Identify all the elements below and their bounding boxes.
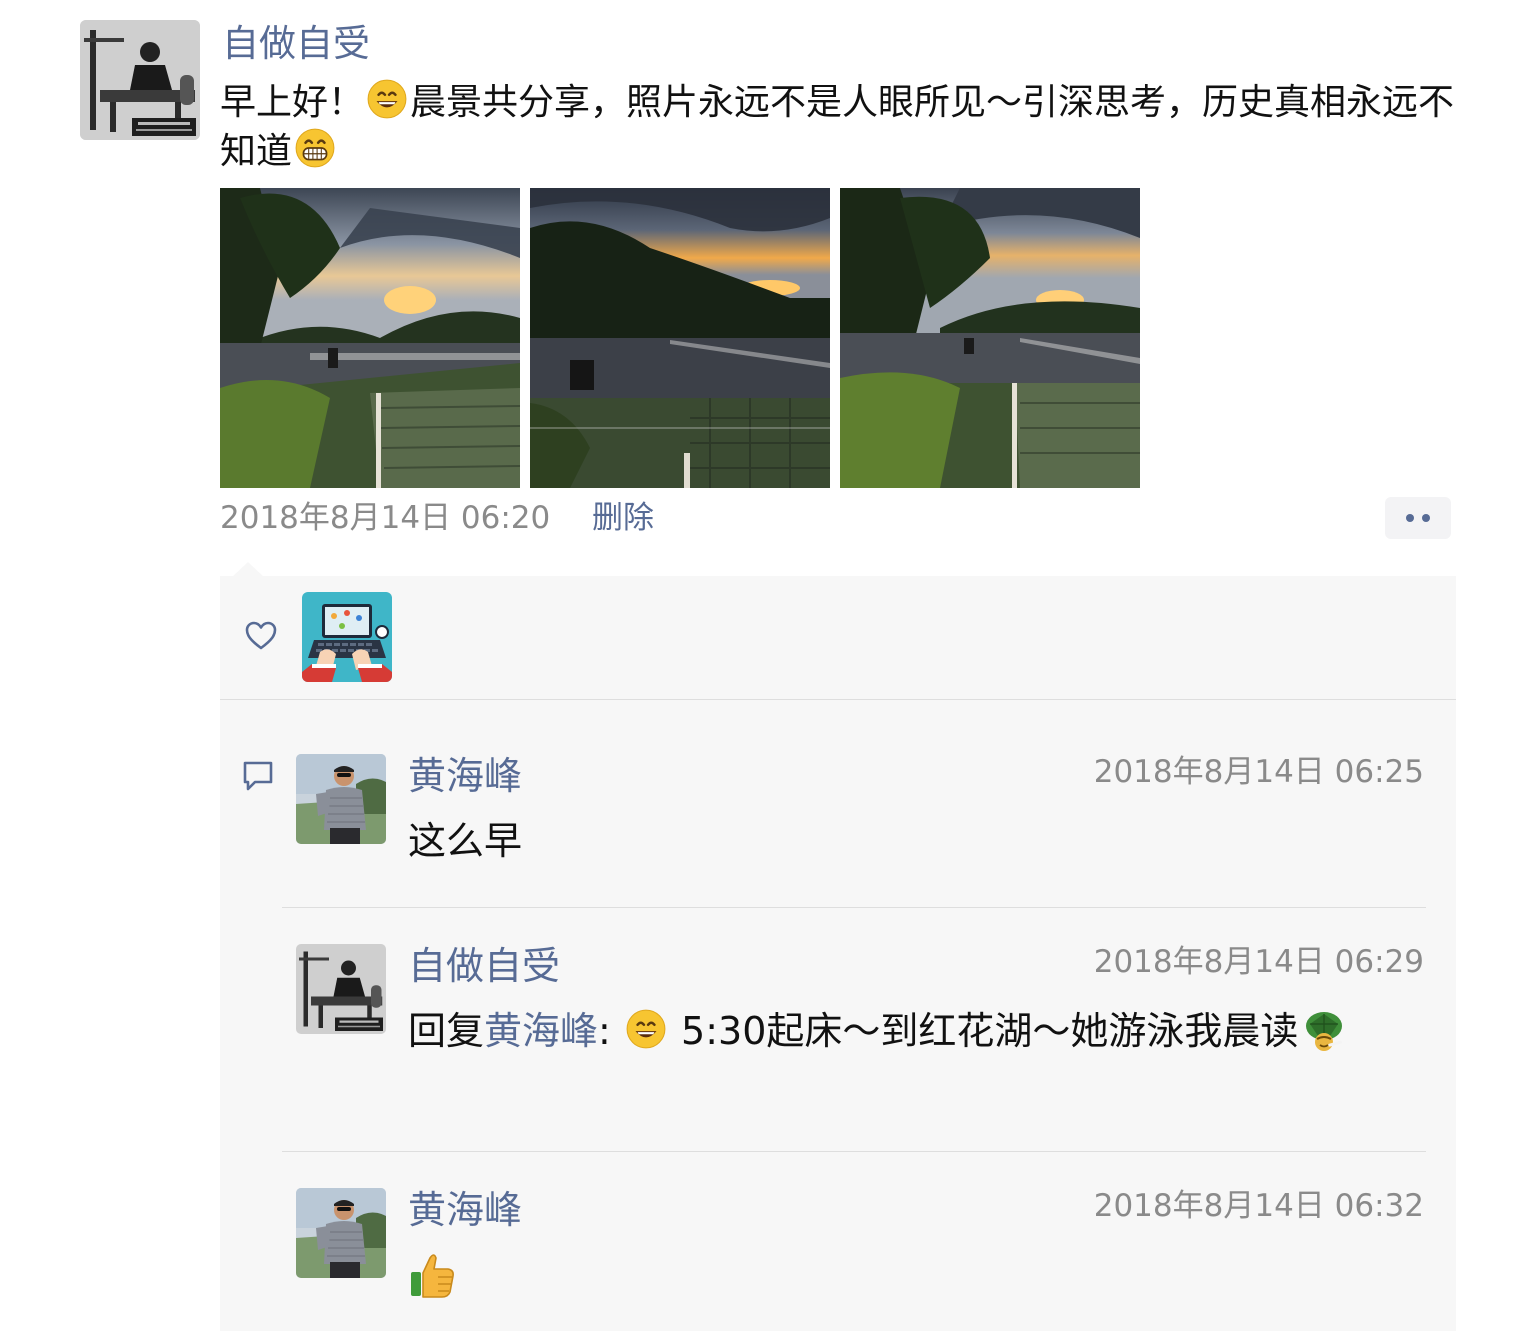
- post-timestamp: 2018年8月14日 06:20: [220, 500, 551, 536]
- post-author-name[interactable]: 自做自受: [222, 18, 370, 70]
- reply-prefix: 回复: [408, 1009, 485, 1053]
- heart-outline-icon: [244, 620, 278, 652]
- comment-timestamp: 2018年8月14日 06:25: [1093, 754, 1424, 790]
- comment-timestamp: 2018年8月14日 06:29: [1093, 944, 1424, 980]
- comment-reply-text[interactable]: 回复黄海峰: 5:30起床～到红花湖～她游泳我晨读: [408, 1004, 1418, 1059]
- comment-bubble-icon: [240, 758, 276, 794]
- delete-post-link[interactable]: 删除: [592, 496, 654, 540]
- grinning-face-emoji: [625, 1008, 667, 1050]
- commenter-avatar[interactable]: [296, 754, 386, 844]
- thumbs-up-emoji[interactable]: [408, 1250, 458, 1300]
- post-author-avatar[interactable]: [80, 20, 200, 140]
- reply-colon: :: [598, 1009, 611, 1053]
- likes-comments-divider: [220, 699, 1456, 700]
- comment-author-name[interactable]: 自做自受: [408, 940, 560, 992]
- grinning-face-emoji: [366, 78, 408, 120]
- commenter-avatar[interactable]: [296, 944, 386, 1034]
- panel-pointer: [232, 562, 264, 577]
- more-dots-icon: [1422, 514, 1430, 522]
- comment-text[interactable]: 这么早: [408, 814, 522, 869]
- post-text-greeting: 早上好！: [220, 82, 365, 123]
- comment-divider: [282, 907, 1426, 908]
- comment-timestamp: 2018年8月14日 06:32: [1093, 1188, 1424, 1224]
- more-dots-icon: [1406, 514, 1414, 522]
- post-photo-2[interactable]: [530, 188, 830, 488]
- comment-divider: [282, 1151, 1426, 1152]
- turtle-emoji: [1300, 1006, 1348, 1054]
- liker-avatar[interactable]: [302, 592, 392, 682]
- post-photo-3[interactable]: [840, 188, 1140, 488]
- reply-body: 5:30起床～到红花湖～她游泳我晨读: [681, 1009, 1299, 1053]
- more-actions-button[interactable]: [1385, 497, 1451, 539]
- post-text: 早上好！ 晨景共分享，照片永远不是人眼所见～引深思考，历史真相永远不知道: [220, 78, 1456, 176]
- comment-author-name[interactable]: 黄海峰: [408, 1184, 522, 1236]
- comment-author-name[interactable]: 黄海峰: [408, 750, 522, 802]
- post-photo-1[interactable]: [220, 188, 520, 488]
- grimacing-face-emoji: [294, 127, 336, 169]
- commenter-avatar[interactable]: [296, 1188, 386, 1278]
- reply-to-name[interactable]: 黄海峰: [484, 1009, 598, 1053]
